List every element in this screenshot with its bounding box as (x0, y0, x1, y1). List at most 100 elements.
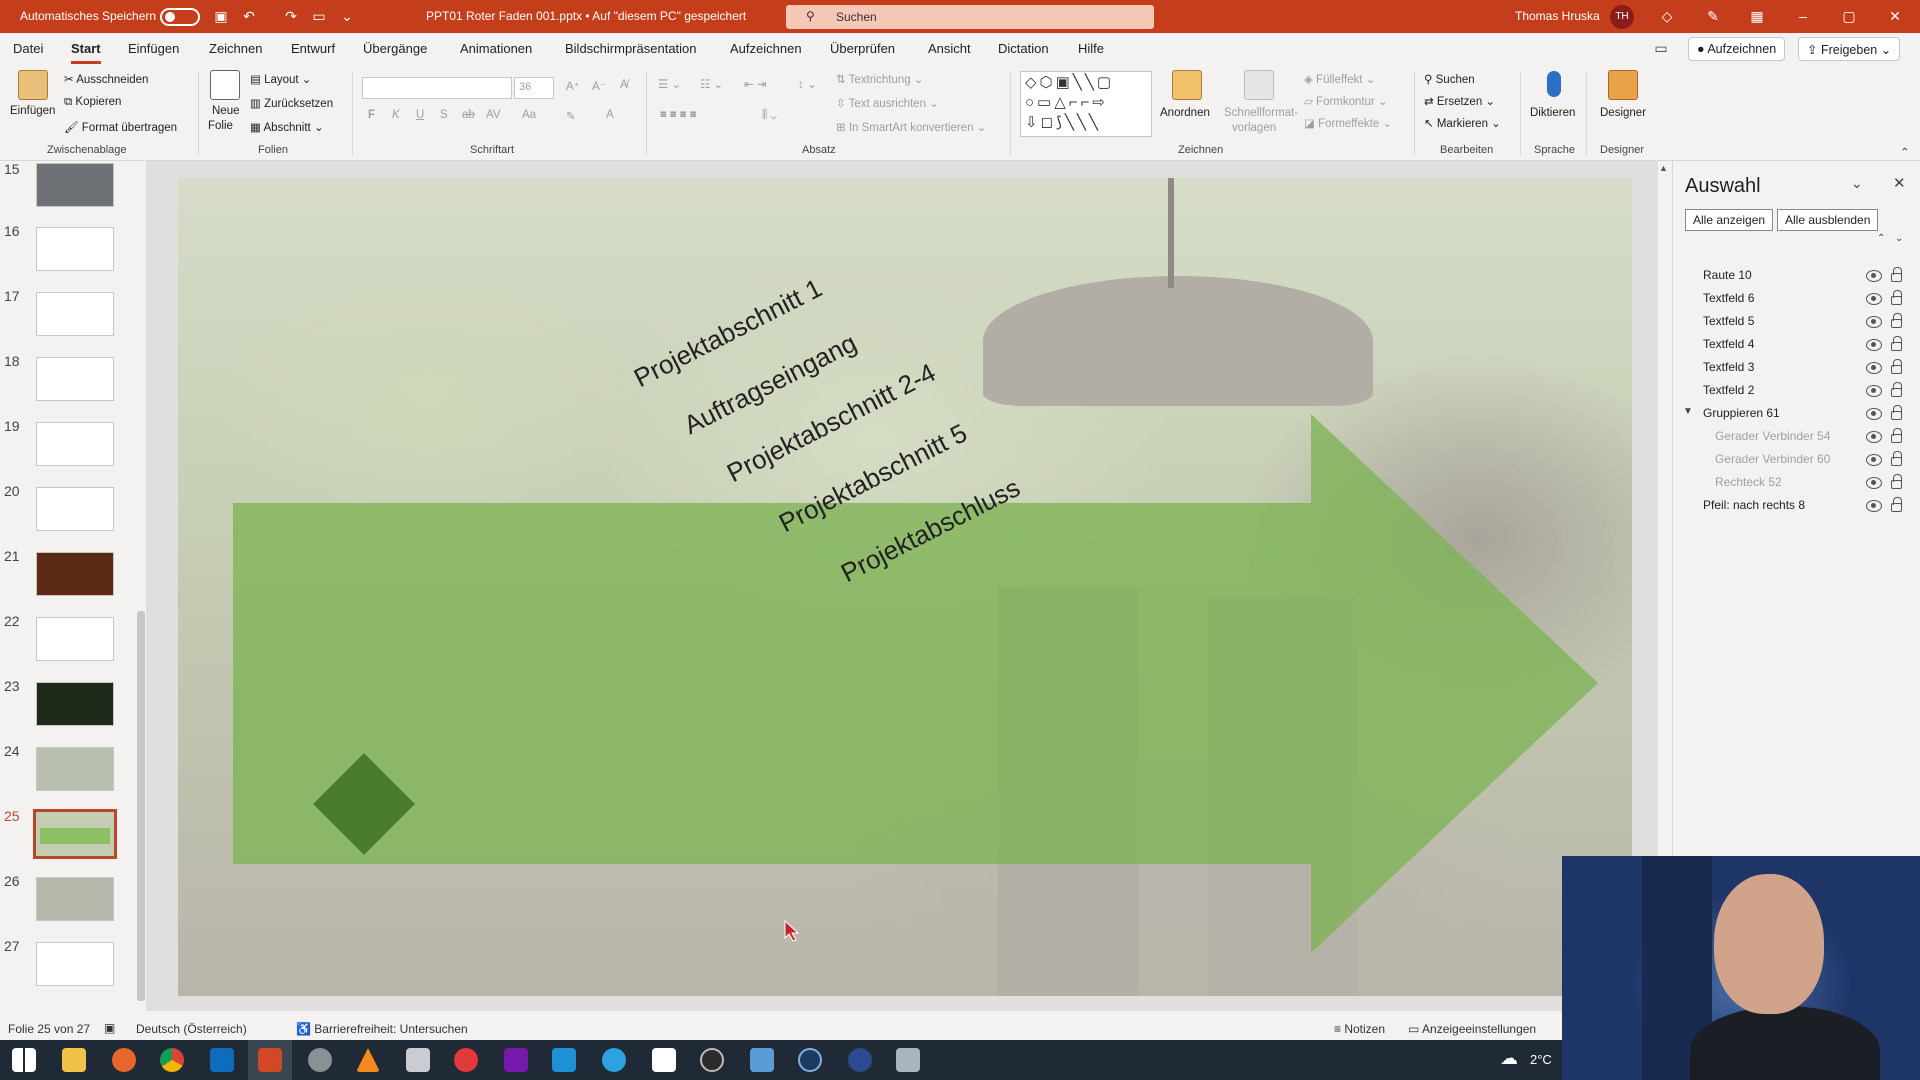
avatar[interactable]: TH (1610, 5, 1634, 29)
record-button[interactable]: ● Aufzeichnen (1688, 37, 1786, 61)
slide-thumbnail-16[interactable] (36, 227, 114, 271)
show-all-button[interactable]: Alle anzeigen (1685, 209, 1774, 231)
layout-button[interactable]: ▤ Layout ⌄ (250, 72, 311, 86)
paste-label[interactable]: Einfügen (10, 105, 55, 117)
dictate-label[interactable]: Diktieren (1530, 107, 1575, 119)
tab-ansicht[interactable]: Ansicht (928, 41, 971, 56)
move-down-icon[interactable]: ⌄ (1895, 233, 1903, 244)
tab-datei[interactable]: Datei (13, 41, 43, 56)
tab-aufzeichnen[interactable]: Aufzeichnen (730, 41, 802, 56)
shapes-gallery[interactable]: ◇⬡▣╲╲▢ ○▭△⌐⌐⇨ ⇩◻⟆╲╲╲ (1020, 71, 1152, 137)
telegram-icon[interactable] (602, 1048, 626, 1072)
tab-start[interactable]: Start (71, 41, 101, 64)
file-explorer-icon[interactable] (62, 1048, 86, 1072)
slide-canvas[interactable]: Projektabschnitt 1 Auftragseingang Proje… (178, 178, 1632, 996)
app-icon[interactable] (406, 1048, 430, 1072)
sel-item-textfeld-6[interactable]: Textfeld 6 (1703, 291, 1754, 305)
effects-button[interactable]: ◪ Formeffekte ⌄ (1304, 116, 1392, 130)
unlock-icon[interactable] (1891, 336, 1902, 351)
unlock-icon[interactable] (1891, 359, 1902, 374)
character-spacing-button[interactable]: AV (486, 109, 501, 121)
smartart-button[interactable]: ⊞ In SmartArt konvertieren ⌄ (836, 120, 986, 134)
sel-item-gruppieren-61[interactable]: Gruppieren 61 (1703, 406, 1780, 420)
windows-start-icon[interactable] (12, 1048, 36, 1072)
spellcheck-icon[interactable]: ▣ (104, 1021, 115, 1035)
section-button[interactable]: ▦ Abschnitt ⌄ (250, 120, 324, 134)
unlock-icon[interactable] (1891, 313, 1902, 328)
eye-icon[interactable] (1866, 477, 1882, 489)
fill-button[interactable]: ◈ Fülleffekt ⌄ (1304, 72, 1375, 86)
tab-dictation[interactable]: Dictation (998, 41, 1049, 56)
tab-animationen[interactable]: Animationen (460, 41, 532, 56)
find-button[interactable]: ⚲ Suchen (1424, 72, 1475, 86)
minimize-icon[interactable]: – (1794, 7, 1812, 25)
align-left-icon[interactable]: ≡ ≡ ≡ ≡ (660, 109, 696, 121)
microphone-icon[interactable] (1547, 71, 1561, 97)
cut-button[interactable]: ✂ Ausschneiden (64, 72, 148, 86)
obs-icon[interactable] (700, 1048, 724, 1072)
copy-button[interactable]: ⧉ Kopieren (64, 96, 121, 109)
chrome-icon[interactable] (160, 1048, 184, 1072)
tab-uebergaenge[interactable]: Übergänge (363, 41, 427, 56)
text-direction-button[interactable]: ⇅ Textrichtung ⌄ (836, 72, 923, 86)
sel-item-gerader-verbinder-60[interactable]: Gerader Verbinder 60 (1715, 452, 1830, 466)
autosave-toggle[interactable] (160, 8, 200, 26)
format-painter-button[interactable]: 🖌 Format übertragen (64, 120, 177, 134)
quick-styles-icon[interactable] (1244, 70, 1274, 100)
move-up-icon[interactable]: ⌃ (1877, 233, 1885, 244)
eye-icon[interactable] (1866, 500, 1882, 512)
eye-icon[interactable] (1866, 362, 1882, 374)
app-icon[interactable] (848, 1048, 872, 1072)
right-arrow-shape[interactable] (178, 178, 1632, 996)
slide-thumbnail-22[interactable] (36, 617, 114, 661)
scrollbar-thumb[interactable] (137, 611, 145, 1001)
eye-icon[interactable] (1866, 431, 1882, 443)
accessibility-status[interactable]: ♿ Barrierefreiheit: Untersuchen (296, 1022, 468, 1036)
app-icon[interactable] (896, 1048, 920, 1072)
tab-zeichnen[interactable]: Zeichnen (209, 41, 262, 56)
clear-format-icon[interactable]: A̸ (620, 79, 628, 91)
strikethrough-button[interactable]: ab (462, 109, 475, 121)
indent-icon[interactable]: ⇤ ⇥ (744, 77, 766, 91)
sel-item-textfeld-4[interactable]: Textfeld 4 (1703, 337, 1754, 351)
premium-icon[interactable]: ◇ (1658, 7, 1676, 25)
hide-all-button[interactable]: Alle ausblenden (1777, 209, 1879, 231)
powerpoint-icon[interactable] (258, 1048, 282, 1072)
sel-item-raute-10[interactable]: Raute 10 (1703, 268, 1752, 282)
slide-thumbnail-17[interactable] (36, 292, 114, 336)
shrink-font-icon[interactable]: A⁻ (592, 79, 606, 93)
designer-icon[interactable] (1608, 70, 1638, 100)
slide-thumbnail-18[interactable] (36, 357, 114, 401)
thumbnail-scrollbar[interactable] (136, 161, 146, 1011)
language-status[interactable]: Deutsch (Österreich) (136, 1022, 247, 1036)
new-slide-icon[interactable] (210, 70, 240, 100)
quick-styles-label-2[interactable]: vorlagen (1232, 122, 1276, 134)
scroll-up-icon[interactable]: ▲ (1659, 163, 1668, 173)
unlock-icon[interactable] (1891, 290, 1902, 305)
bullets-icon[interactable]: ☰ ⌄ (658, 77, 681, 91)
pen-icon[interactable]: ✎ (1704, 7, 1722, 25)
vlc-icon[interactable] (356, 1048, 380, 1072)
tab-ueberpruefen[interactable]: Überprüfen (830, 41, 895, 56)
collapse-ribbon-icon[interactable]: ⌃ (1900, 145, 1910, 159)
eye-icon[interactable] (1866, 293, 1882, 305)
maximize-icon[interactable]: ▢ (1840, 7, 1858, 25)
undo-icon[interactable]: ↶ (240, 7, 258, 25)
quick-styles-label-1[interactable]: Schnellformat- (1224, 107, 1298, 119)
change-case-button[interactable]: Aa (522, 109, 536, 121)
eye-icon[interactable] (1866, 339, 1882, 351)
lock-icon[interactable] (1891, 428, 1902, 443)
font-family-select[interactable] (362, 77, 512, 99)
weather-icon[interactable]: ☁ (1500, 1048, 1518, 1069)
sel-item-pfeil-nach-rechts-8[interactable]: Pfeil: nach rechts 8 (1703, 498, 1805, 512)
ribbon-display-icon[interactable]: ▦ (1748, 7, 1766, 25)
font-size-select[interactable]: 36 (514, 77, 554, 99)
app-icon[interactable] (750, 1048, 774, 1072)
lock-icon[interactable] (1891, 474, 1902, 489)
tab-einfuegen[interactable]: Einfügen (128, 41, 179, 56)
eye-icon[interactable] (1866, 385, 1882, 397)
new-slide-label-2[interactable]: Folie (208, 120, 233, 132)
slide-thumbnail-15[interactable] (36, 163, 114, 207)
app-icon[interactable] (454, 1048, 478, 1072)
sel-item-textfeld-5[interactable]: Textfeld 5 (1703, 314, 1754, 328)
